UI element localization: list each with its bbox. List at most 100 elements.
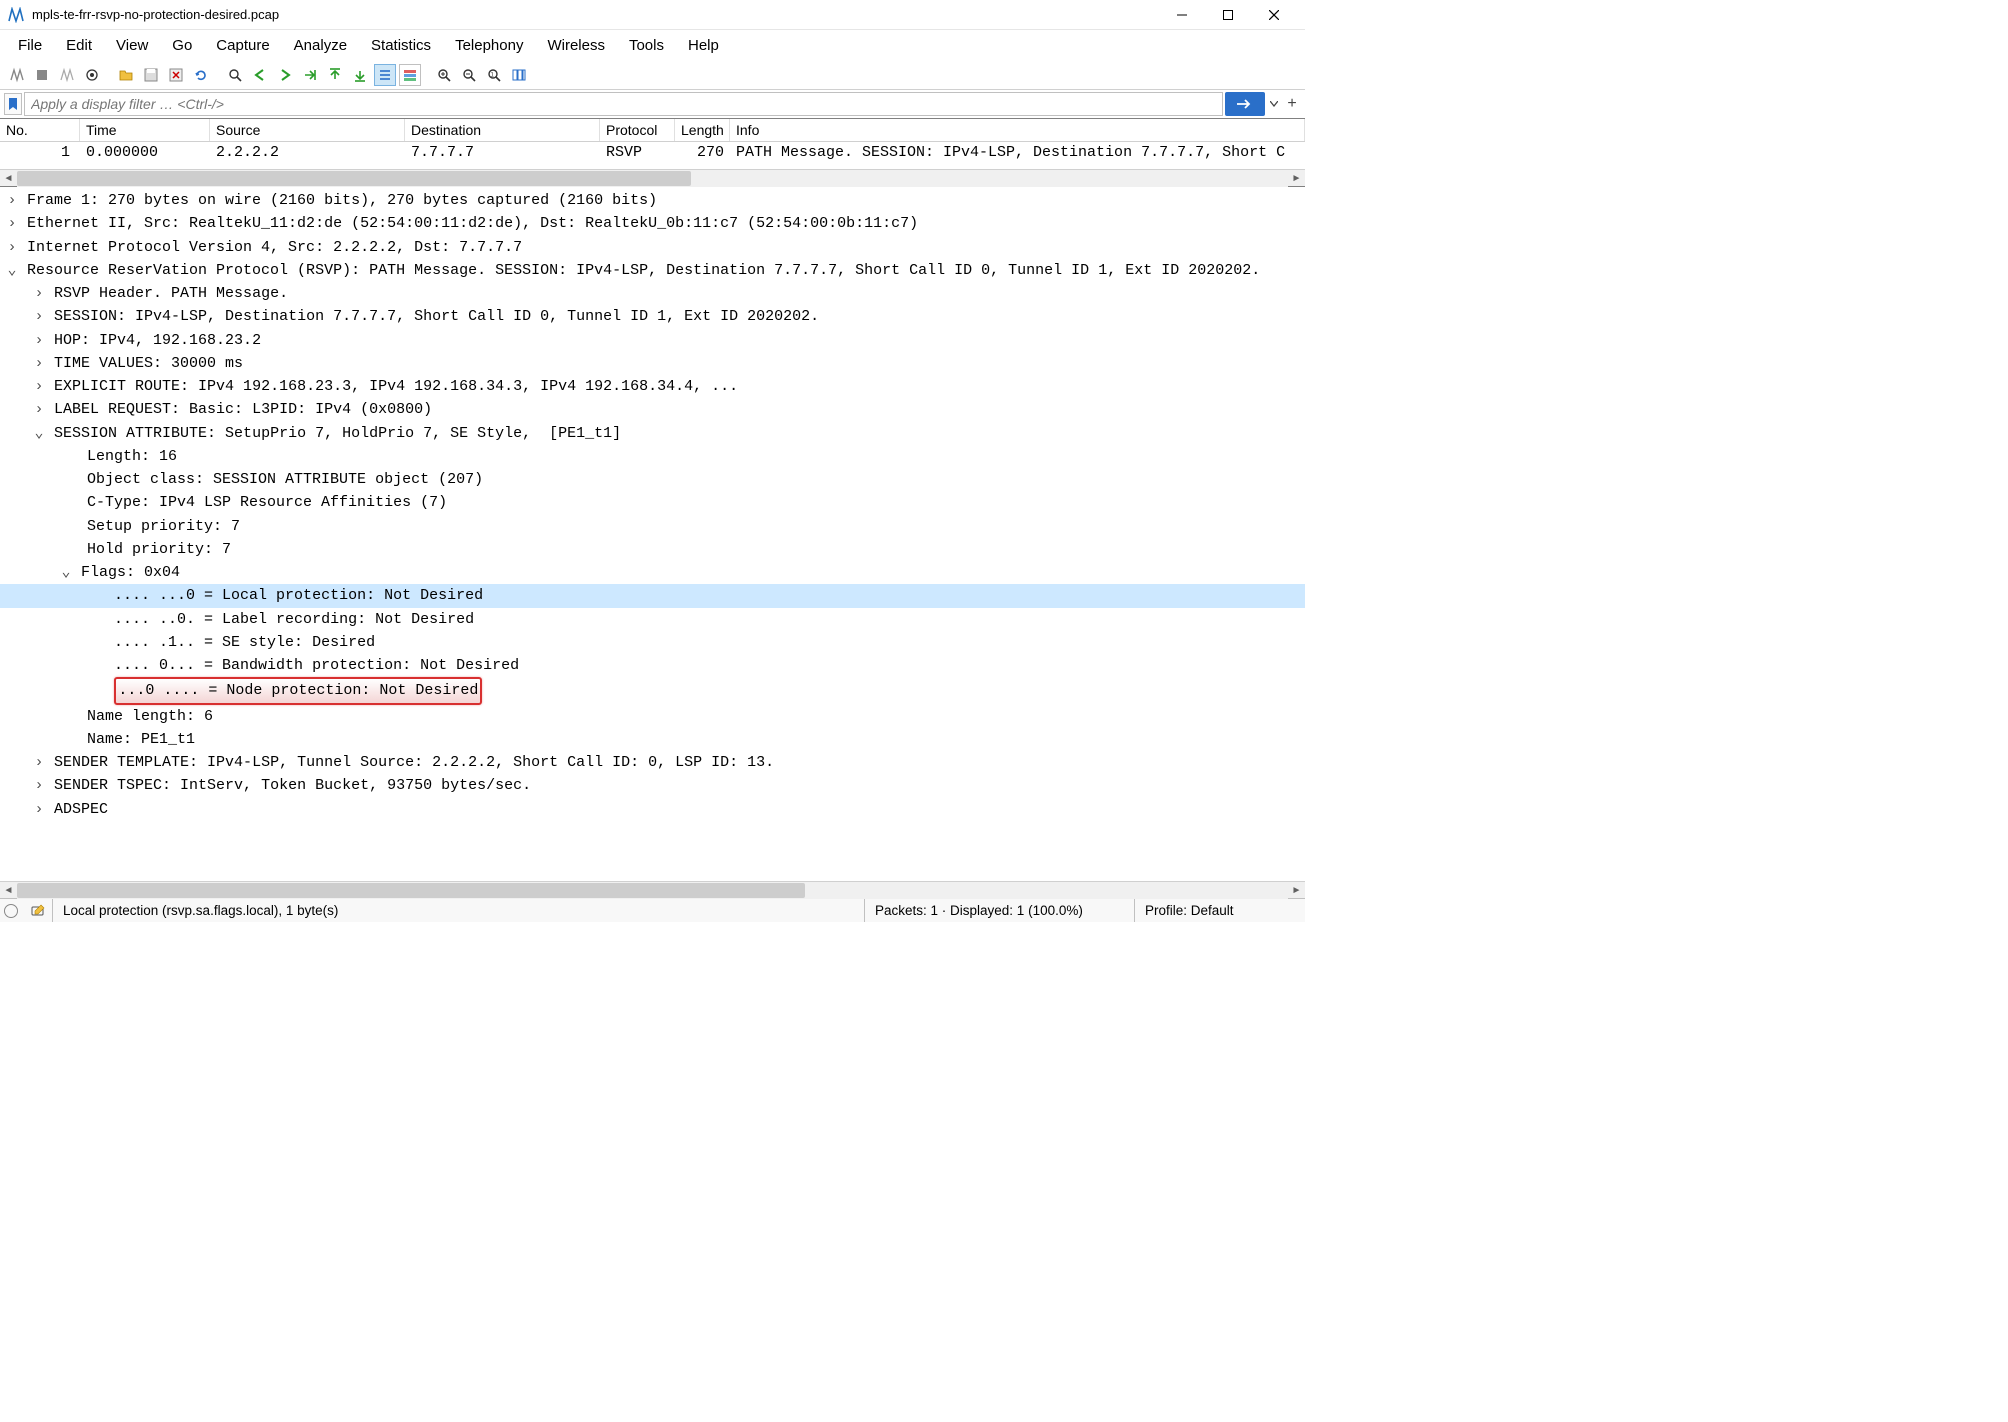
col-header-source[interactable]: Source xyxy=(210,119,405,141)
tree-label-request[interactable]: › LABEL REQUEST: Basic: L3PID: IPv4 (0x0… xyxy=(0,398,1305,421)
col-header-destination[interactable]: Destination xyxy=(405,119,600,141)
cell-length: 270 xyxy=(675,143,730,162)
display-filter-input[interactable] xyxy=(24,92,1223,116)
tree-ip[interactable]: › Internet Protocol Version 4, Src: 2.2.… xyxy=(0,236,1305,259)
cell-source: 2.2.2.2 xyxy=(210,143,405,162)
filter-bookmark-icon[interactable] xyxy=(4,93,22,115)
menu-help[interactable]: Help xyxy=(676,33,731,58)
wireshark-fin-icon xyxy=(8,7,24,23)
colorize-icon[interactable] xyxy=(399,64,421,86)
tree-ethernet[interactable]: › Ethernet II, Src: RealtekU_11:d2:de (5… xyxy=(0,212,1305,235)
col-header-info[interactable]: Info xyxy=(730,119,1305,141)
menu-capture[interactable]: Capture xyxy=(204,33,281,58)
cell-time: 0.000000 xyxy=(80,143,210,162)
find-packet-icon[interactable] xyxy=(224,64,246,86)
packet-list-hscroll[interactable]: ◄ ► xyxy=(0,169,1305,186)
capture-options-icon[interactable] xyxy=(81,64,103,86)
menu-wireless[interactable]: Wireless xyxy=(535,33,617,58)
packet-list-pane: No. Time Source Destination Protocol Len… xyxy=(0,118,1305,187)
go-forward-icon[interactable] xyxy=(274,64,296,86)
cell-info: PATH Message. SESSION: IPv4-LSP, Destina… xyxy=(730,143,1305,162)
cell-protocol: RSVP xyxy=(600,143,675,162)
tree-flag-node-protection[interactable]: ...0 .... = Node protection: Not Desired xyxy=(114,677,482,704)
packet-row[interactable]: 1 0.000000 2.2.2.2 7.7.7.7 RSVP 270 PATH… xyxy=(0,142,1305,163)
scroll-right-icon[interactable]: ► xyxy=(1288,882,1305,899)
tree-hop[interactable]: › HOP: IPv4, 192.168.23.2 xyxy=(0,329,1305,352)
tree-sattr-setup-priority[interactable]: Setup priority: 7 xyxy=(0,515,1305,538)
tree-explicit-route[interactable]: › EXPLICIT ROUTE: IPv4 192.168.23.3, IPv… xyxy=(0,375,1305,398)
scroll-left-icon[interactable]: ◄ xyxy=(0,170,17,187)
col-header-time[interactable]: Time xyxy=(80,119,210,141)
menu-file[interactable]: File xyxy=(6,33,54,58)
col-header-length[interactable]: Length xyxy=(675,119,730,141)
tree-rsvp[interactable]: ⌄ Resource ReserVation Protocol (RSVP): … xyxy=(0,259,1305,282)
titlebar: mpls-te-frr-rsvp-no-protection-desired.p… xyxy=(0,0,1305,30)
tree-sattr-ctype[interactable]: C-Type: IPv4 LSP Resource Affinities (7) xyxy=(0,491,1305,514)
start-capture-icon[interactable] xyxy=(6,64,28,86)
resize-columns-icon[interactable] xyxy=(508,64,530,86)
expert-info-icon[interactable] xyxy=(4,904,18,918)
tree-sattr-name-length[interactable]: Name length: 6 xyxy=(0,705,1305,728)
apply-filter-button[interactable] xyxy=(1225,92,1265,116)
cell-no: 1 xyxy=(0,143,80,162)
go-back-icon[interactable] xyxy=(249,64,271,86)
menu-go[interactable]: Go xyxy=(160,33,204,58)
add-filter-button[interactable]: + xyxy=(1283,92,1301,116)
menu-statistics[interactable]: Statistics xyxy=(359,33,443,58)
save-file-icon[interactable] xyxy=(140,64,162,86)
menubar: File Edit View Go Capture Analyze Statis… xyxy=(0,30,1305,61)
minimize-button[interactable] xyxy=(1159,0,1205,30)
window-title: mpls-te-frr-rsvp-no-protection-desired.p… xyxy=(32,7,1159,22)
tree-sattr-length[interactable]: Length: 16 xyxy=(0,445,1305,468)
zoom-in-icon[interactable] xyxy=(433,64,455,86)
maximize-button[interactable] xyxy=(1205,0,1251,30)
col-header-no[interactable]: No. xyxy=(0,119,80,141)
tree-sattr-hold-priority[interactable]: Hold priority: 7 xyxy=(0,538,1305,561)
packet-details-pane[interactable]: › Frame 1: 270 bytes on wire (2160 bits)… xyxy=(0,187,1305,881)
tree-flag-local-protection[interactable]: .... ...0 = Local protection: Not Desire… xyxy=(0,584,1305,607)
tree-flag-se-style[interactable]: .... .1.. = SE style: Desired xyxy=(0,631,1305,654)
tree-session-attribute[interactable]: ⌄ SESSION ATTRIBUTE: SetupPrio 7, HoldPr… xyxy=(0,422,1305,445)
close-button[interactable] xyxy=(1251,0,1297,30)
menu-telephony[interactable]: Telephony xyxy=(443,33,535,58)
tree-adspec[interactable]: › ADSPEC xyxy=(0,798,1305,821)
go-first-icon[interactable] xyxy=(324,64,346,86)
statusbar: Local protection (rsvp.sa.flags.local), … xyxy=(0,898,1305,922)
col-header-protocol[interactable]: Protocol xyxy=(600,119,675,141)
close-file-icon[interactable] xyxy=(165,64,187,86)
tree-frame[interactable]: › Frame 1: 270 bytes on wire (2160 bits)… xyxy=(0,189,1305,212)
tree-sattr-object-class[interactable]: Object class: SESSION ATTRIBUTE object (… xyxy=(0,468,1305,491)
edit-capture-comment-icon[interactable] xyxy=(24,903,52,919)
tree-sattr-flags[interactable]: ⌄ Flags: 0x04 xyxy=(0,561,1305,584)
filter-dropdown-icon[interactable] xyxy=(1267,101,1281,107)
go-to-packet-icon[interactable] xyxy=(299,64,321,86)
tree-time-values[interactable]: › TIME VALUES: 30000 ms xyxy=(0,352,1305,375)
menu-analyze[interactable]: Analyze xyxy=(282,33,359,58)
zoom-reset-icon[interactable]: 1 xyxy=(483,64,505,86)
main-toolbar: 1 xyxy=(0,61,1305,90)
go-last-icon[interactable] xyxy=(349,64,371,86)
tree-sender-tspec[interactable]: › SENDER TSPEC: IntServ, Token Bucket, 9… xyxy=(0,774,1305,797)
details-hscroll[interactable]: ◄ ► xyxy=(0,881,1305,898)
reload-icon[interactable] xyxy=(190,64,212,86)
cell-destination: 7.7.7.7 xyxy=(405,143,600,162)
menu-view[interactable]: View xyxy=(104,33,160,58)
tree-sender-template[interactable]: › SENDER TEMPLATE: IPv4-LSP, Tunnel Sour… xyxy=(0,751,1305,774)
scroll-left-icon[interactable]: ◄ xyxy=(0,882,17,899)
restart-capture-icon[interactable] xyxy=(56,64,78,86)
menu-tools[interactable]: Tools xyxy=(617,33,676,58)
status-profile[interactable]: Profile: Default xyxy=(1135,899,1305,922)
scroll-right-icon[interactable]: ► xyxy=(1288,170,1305,187)
menu-edit[interactable]: Edit xyxy=(54,33,104,58)
tree-rsvp-header[interactable]: › RSVP Header. PATH Message. xyxy=(0,282,1305,305)
tree-flag-label-recording[interactable]: .... ..0. = Label recording: Not Desired xyxy=(0,608,1305,631)
zoom-out-icon[interactable] xyxy=(458,64,480,86)
window-controls xyxy=(1159,0,1297,30)
tree-flag-bandwidth-protection[interactable]: .... 0... = Bandwidth protection: Not De… xyxy=(0,654,1305,677)
open-file-icon[interactable] xyxy=(115,64,137,86)
tree-sattr-name[interactable]: Name: PE1_t1 xyxy=(0,728,1305,751)
stop-capture-icon[interactable] xyxy=(31,64,53,86)
display-filter-bar: + xyxy=(0,90,1305,118)
tree-session[interactable]: › SESSION: IPv4-LSP, Destination 7.7.7.7… xyxy=(0,305,1305,328)
auto-scroll-icon[interactable] xyxy=(374,64,396,86)
